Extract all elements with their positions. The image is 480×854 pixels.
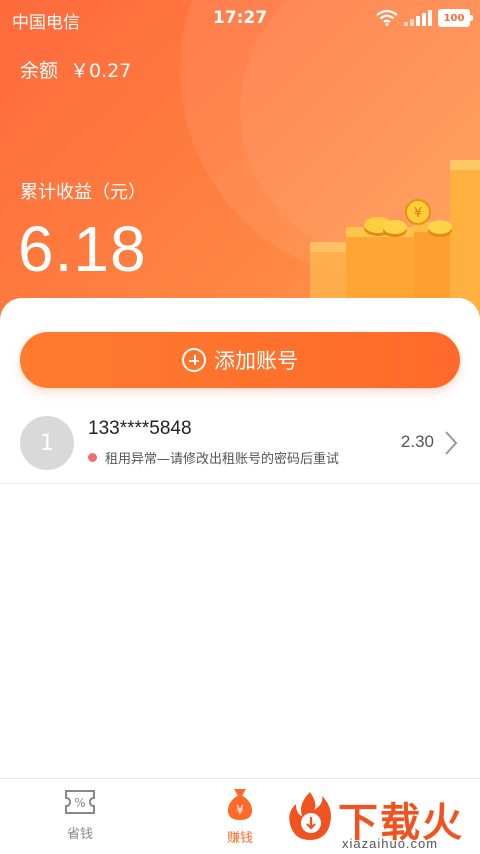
watermark-url: xiazaihuo.com	[342, 836, 439, 851]
wifi-icon	[376, 10, 398, 26]
tab-earn-money-label: 赚钱	[226, 831, 253, 846]
status-dot-icon	[88, 453, 97, 462]
account-status: 租用异常—请修改出租账号的密码后重试	[88, 448, 339, 467]
account-status-text: 租用异常—请修改出租账号的密码后重试	[105, 452, 340, 467]
earnings-label: 累计收益（元）	[20, 182, 146, 203]
balance: 余额 ￥0.27	[20, 56, 131, 83]
flame-logo-icon	[289, 792, 331, 840]
account-avatar: 1	[20, 416, 74, 470]
watermark: 下载火 xiazaihuo.com	[280, 786, 480, 854]
account-phone: 133****5848	[88, 418, 192, 439]
balance-label: 余额	[20, 60, 59, 82]
coupon-icon: %	[65, 790, 95, 814]
add-account-label: 添加账号	[214, 349, 298, 373]
earnings-header: 中国电信 17:27 100 余额 ￥0.27 累计收益（元） 6.18 ¥	[0, 0, 480, 330]
add-account-button[interactable]: 添加账号	[20, 332, 460, 388]
svg-text:¥: ¥	[236, 803, 244, 817]
signal-icon	[404, 10, 432, 26]
balance-amount: ￥0.27	[70, 60, 132, 82]
battery-level: 100	[443, 12, 465, 24]
status-bar: 中国电信 17:27 100	[0, 0, 480, 36]
earnings-value: 6.18	[18, 213, 147, 285]
plus-circle-icon	[182, 348, 206, 372]
tab-save-money[interactable]: % 省钱	[30, 787, 130, 849]
tab-earn-money[interactable]: ¥ 赚钱	[190, 787, 290, 849]
moneybag-icon: ¥	[227, 789, 253, 820]
battery-icon: 100	[438, 9, 473, 27]
svg-text:%: %	[74, 796, 85, 810]
tab-save-money-label: 省钱	[66, 827, 93, 842]
svg-text:¥: ¥	[414, 206, 422, 221]
accounts-card: 添加账号 1 133****5848 租用异常—请修改出租账号的密码后重试 2.…	[0, 298, 480, 778]
account-amount: 2.30	[400, 432, 434, 451]
chevron-right-icon	[445, 431, 458, 455]
status-icons: 100	[376, 9, 473, 27]
account-list-item[interactable]: 1 133****5848 租用异常—请修改出租账号的密码后重试 2.30	[0, 408, 480, 484]
